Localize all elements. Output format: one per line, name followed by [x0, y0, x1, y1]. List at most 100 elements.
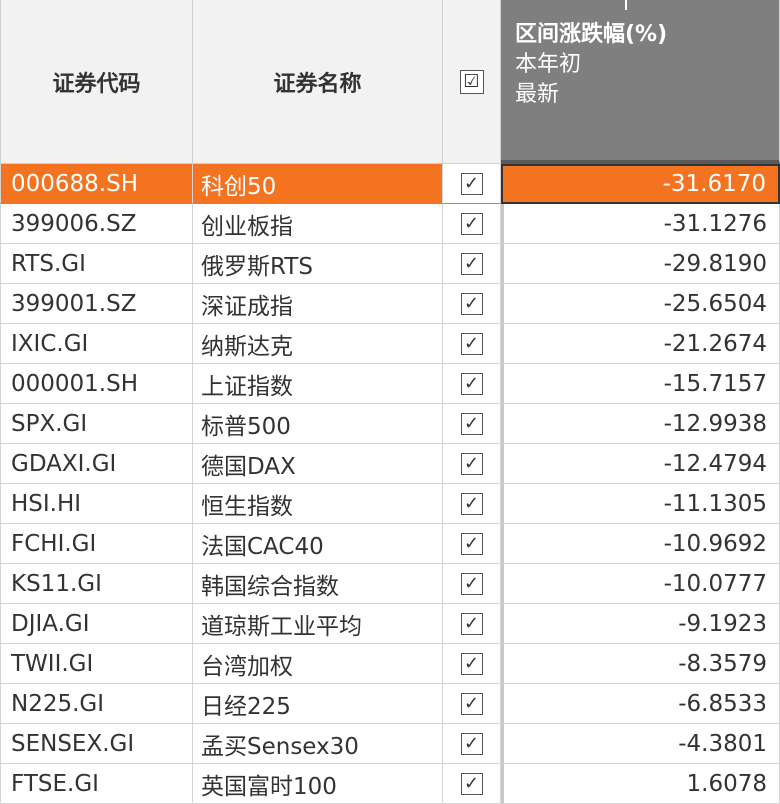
cell-code[interactable]: DJIA.GI: [0, 604, 193, 644]
cell-check[interactable]: ✓: [443, 284, 501, 324]
cell-check[interactable]: ✓: [443, 604, 501, 644]
table-row[interactable]: 000001.SH 上证指数 ✓ -15.7157: [0, 364, 780, 404]
cell-code[interactable]: 399006.SZ: [0, 204, 193, 244]
row-checkbox[interactable]: ✓: [460, 212, 483, 235]
row-checkbox[interactable]: ✓: [460, 372, 483, 395]
cell-name[interactable]: 上证指数: [193, 364, 443, 404]
cell-code[interactable]: SENSEX.GI: [0, 724, 193, 764]
cell-change[interactable]: -29.8190: [501, 244, 780, 284]
cell-name[interactable]: 韩国综合指数: [193, 564, 443, 604]
table-row[interactable]: SENSEX.GI 孟买Sensex30 ✓ -4.3801: [0, 724, 780, 764]
cell-code[interactable]: IXIC.GI: [0, 324, 193, 364]
cell-check[interactable]: ✓: [443, 524, 501, 564]
cell-change[interactable]: -21.2674: [501, 324, 780, 364]
cell-change[interactable]: -10.9692: [501, 524, 780, 564]
cell-name[interactable]: 法国CAC40: [193, 524, 443, 564]
cell-name[interactable]: 标普500: [193, 404, 443, 444]
cell-check[interactable]: ✓: [443, 364, 501, 404]
row-checkbox[interactable]: ✓: [460, 612, 483, 635]
table-row[interactable]: FCHI.GI 法国CAC40 ✓ -10.9692: [0, 524, 780, 564]
column-header-name[interactable]: 证券名称: [193, 0, 443, 164]
row-checkbox[interactable]: ✓: [460, 772, 483, 795]
row-checkbox[interactable]: ✓: [460, 732, 483, 755]
cell-change[interactable]: -4.3801: [501, 724, 780, 764]
table-row[interactable]: HSI.HI 恒生指数 ✓ -11.1305: [0, 484, 780, 524]
cell-check[interactable]: ✓: [443, 764, 501, 804]
cell-change[interactable]: -6.8533: [501, 684, 780, 724]
cell-code[interactable]: 399001.SZ: [0, 284, 193, 324]
cell-check[interactable]: ✓: [443, 644, 501, 684]
row-checkbox[interactable]: ✓: [460, 492, 483, 515]
cell-check[interactable]: ✓: [443, 164, 501, 204]
column-header-change[interactable]: 区间涨跌幅(%) 本年初 最新: [501, 0, 780, 164]
cell-name[interactable]: 科创50: [193, 164, 443, 204]
column-header-code[interactable]: 证券代码: [0, 0, 193, 164]
cell-change[interactable]: -31.6170: [501, 164, 780, 204]
cell-check[interactable]: ✓: [443, 444, 501, 484]
table-row[interactable]: FTSE.GI 英国富时100 ✓ 1.6078: [0, 764, 780, 804]
row-checkbox[interactable]: ✓: [460, 652, 483, 675]
cell-name[interactable]: 英国富时100: [193, 764, 443, 804]
cell-name[interactable]: 德国DAX: [193, 444, 443, 484]
cell-code[interactable]: 000688.SH: [0, 164, 193, 204]
cell-name[interactable]: 纳斯达克: [193, 324, 443, 364]
cell-check[interactable]: ✓: [443, 204, 501, 244]
cell-change[interactable]: -31.1276: [501, 204, 780, 244]
row-checkbox[interactable]: ✓: [460, 252, 483, 275]
cell-change[interactable]: -10.0777: [501, 564, 780, 604]
column-header-select-all[interactable]: ☑: [443, 0, 501, 164]
table-row[interactable]: SPX.GI 标普500 ✓ -12.9938: [0, 404, 780, 444]
cell-name[interactable]: 日经225: [193, 684, 443, 724]
row-checkbox[interactable]: ✓: [460, 692, 483, 715]
cell-change[interactable]: -8.3579: [501, 644, 780, 684]
cell-name[interactable]: 恒生指数: [193, 484, 443, 524]
cell-code[interactable]: SPX.GI: [0, 404, 193, 444]
cell-code[interactable]: N225.GI: [0, 684, 193, 724]
cell-check[interactable]: ✓: [443, 244, 501, 284]
row-checkbox[interactable]: ✓: [460, 452, 483, 475]
table-row[interactable]: 399001.SZ 深证成指 ✓ -25.6504: [0, 284, 780, 324]
cell-code[interactable]: HSI.HI: [0, 484, 193, 524]
cell-name[interactable]: 孟买Sensex30: [193, 724, 443, 764]
cell-change[interactable]: -11.1305: [501, 484, 780, 524]
table-row[interactable]: IXIC.GI 纳斯达克 ✓ -21.2674: [0, 324, 780, 364]
table-row[interactable]: GDAXI.GI 德国DAX ✓ -12.4794: [0, 444, 780, 484]
table-row[interactable]: 399006.SZ 创业板指 ✓ -31.1276: [0, 204, 780, 244]
cell-name[interactable]: 道琼斯工业平均: [193, 604, 443, 644]
cell-change[interactable]: -9.1923: [501, 604, 780, 644]
cell-code[interactable]: TWII.GI: [0, 644, 193, 684]
cell-change[interactable]: -25.6504: [501, 284, 780, 324]
cell-change[interactable]: -15.7157: [501, 364, 780, 404]
row-checkbox[interactable]: ✓: [460, 292, 483, 315]
cell-check[interactable]: ✓: [443, 684, 501, 724]
cell-code[interactable]: 000001.SH: [0, 364, 193, 404]
select-all-checkbox[interactable]: ☑: [459, 69, 484, 94]
cell-code[interactable]: RTS.GI: [0, 244, 193, 284]
table-row[interactable]: N225.GI 日经225 ✓ -6.8533: [0, 684, 780, 724]
table-row[interactable]: TWII.GI 台湾加权 ✓ -8.3579: [0, 644, 780, 684]
row-checkbox[interactable]: ✓: [460, 332, 483, 355]
cell-check[interactable]: ✓: [443, 724, 501, 764]
cell-check[interactable]: ✓: [443, 564, 501, 604]
row-checkbox[interactable]: ✓: [460, 412, 483, 435]
cell-code[interactable]: FCHI.GI: [0, 524, 193, 564]
table-row[interactable]: DJIA.GI 道琼斯工业平均 ✓ -9.1923: [0, 604, 780, 644]
cell-change[interactable]: 1.6078: [501, 764, 780, 804]
cell-name[interactable]: 深证成指: [193, 284, 443, 324]
cell-name[interactable]: 创业板指: [193, 204, 443, 244]
row-checkbox[interactable]: ✓: [460, 172, 483, 195]
cell-name[interactable]: 台湾加权: [193, 644, 443, 684]
cell-check[interactable]: ✓: [443, 324, 501, 364]
cell-code[interactable]: GDAXI.GI: [0, 444, 193, 484]
cell-name[interactable]: 俄罗斯RTS: [193, 244, 443, 284]
cell-check[interactable]: ✓: [443, 484, 501, 524]
cell-check[interactable]: ✓: [443, 404, 501, 444]
table-row[interactable]: KS11.GI 韩国综合指数 ✓ -10.0777: [0, 564, 780, 604]
table-row[interactable]: RTS.GI 俄罗斯RTS ✓ -29.8190: [0, 244, 780, 284]
cell-code[interactable]: KS11.GI: [0, 564, 193, 604]
cell-code[interactable]: FTSE.GI: [0, 764, 193, 804]
table-row[interactable]: 000688.SH 科创50 ✓ -31.6170: [0, 164, 780, 204]
row-checkbox[interactable]: ✓: [460, 572, 483, 595]
row-checkbox[interactable]: ✓: [460, 532, 483, 555]
cell-change[interactable]: -12.9938: [501, 404, 780, 444]
